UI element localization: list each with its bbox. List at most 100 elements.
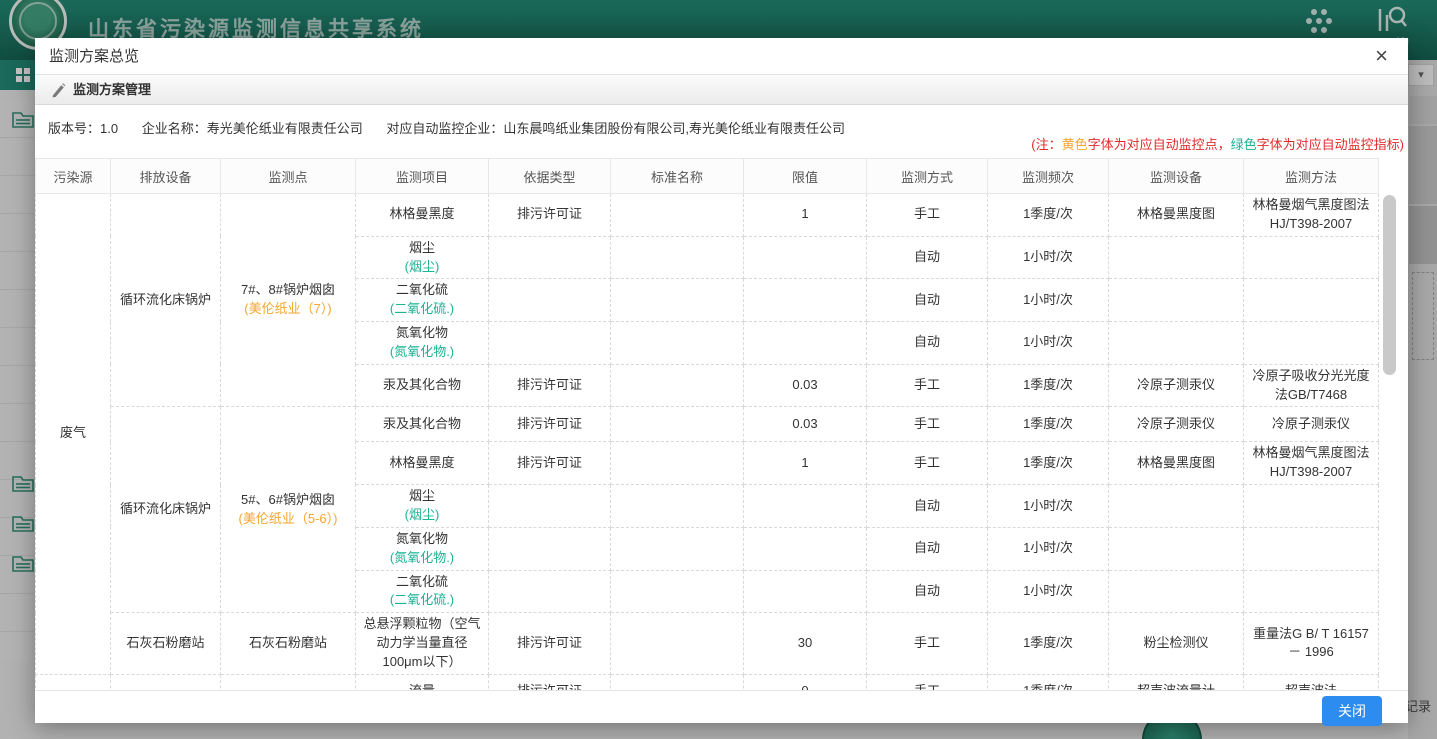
cell-device: 粉尘检测仪 (1109, 613, 1244, 675)
cell-limit: 30 (744, 613, 867, 675)
cell-item: 烟尘(烟尘) (356, 236, 489, 279)
cell-freq: 1小时/次 (988, 322, 1109, 365)
color-legend-note: (注：黄色字体为对应自动监控点，绿色字体为对应自动监控指标) (1031, 134, 1404, 153)
cell-item: 二氧化硫(二氧化硫.) (356, 570, 489, 613)
cell-device (1109, 527, 1244, 570)
cell-mode: 自动 (867, 279, 988, 322)
cell-method (1244, 322, 1379, 365)
modal-title: 监测方案总览 (49, 38, 139, 75)
close-icon[interactable]: × (1375, 44, 1388, 68)
cell-mode: 手工 (867, 613, 988, 675)
info-row: 版本号：1.0 企业名称：寿光美伦纸业有限责任公司 对应自动监控企业：山东晨鸣纸… (35, 105, 1408, 157)
cell-standard (611, 674, 744, 690)
cell-item: 汞及其化合物 (356, 364, 489, 407)
cell-equipment: 循环流化床锅炉 (111, 407, 221, 613)
company-text: 企业名称：寿光美伦纸业有限责任公司 (142, 121, 363, 136)
cell-standard (611, 279, 744, 322)
cell-method (1244, 527, 1379, 570)
cell-basis (489, 236, 611, 279)
cell-pollutant: 废气 (36, 194, 111, 675)
cell-equipment: 循环流化床锅炉 (111, 194, 221, 407)
cell-mode: 手工 (867, 364, 988, 407)
item-auto-label: (烟尘) (360, 506, 484, 525)
cell-item: 氮氧化物(氮氧化物.) (356, 527, 489, 570)
cell-standard (611, 613, 744, 675)
cell-item: 氮氧化物(氮氧化物.) (356, 322, 489, 365)
cell-limit (744, 485, 867, 528)
cell-limit: 0.03 (744, 364, 867, 407)
cell-mode: 自动 (867, 527, 988, 570)
col-device: 监测设备 (1109, 159, 1244, 194)
cell-device: 林格曼黑度图 (1109, 442, 1244, 485)
cell-freq: 1小时/次 (988, 236, 1109, 279)
item-auto-label: (氮氧化物.) (360, 343, 484, 362)
cell-limit (744, 279, 867, 322)
cell-device: 林格曼黑度图 (1109, 194, 1244, 237)
table-row: 流量 排污许可证 0 手工 1季度/次 超声波流量计 超声波法 (36, 674, 1379, 690)
col-method: 监测方法 (1244, 159, 1379, 194)
cell-device: 超声波流量计 (1109, 674, 1244, 690)
cell-standard (611, 407, 744, 442)
col-item: 监测项目 (356, 159, 489, 194)
cell-method: 重量法G B/ T 16157 － 1996 (1244, 613, 1379, 675)
cell-limit: 1 (744, 194, 867, 237)
table-row: 废气 循环流化床锅炉 7#、8#锅炉烟囱 (美伦纸业（7）) 林格曼黑度 排污许… (36, 194, 1379, 237)
note-mid: 字体为对应自动监控点， (1088, 137, 1231, 152)
cell-item: 林格曼黑度 (356, 442, 489, 485)
cell-freq: 1季度/次 (988, 364, 1109, 407)
cell-standard (611, 322, 744, 365)
auto-company-text: 对应自动监控企业：山东晨鸣纸业集团股份有限公司,寿光美伦纸业有限责任公司 (386, 121, 845, 136)
cell-limit (744, 527, 867, 570)
cell-basis: 排污许可证 (489, 364, 611, 407)
cell-mode: 手工 (867, 674, 988, 690)
item-auto-label: (二氧化硫.) (360, 591, 484, 610)
cell-device (1109, 322, 1244, 365)
close-button[interactable]: 关闭 (1322, 696, 1382, 726)
cell-freq: 1小时/次 (988, 279, 1109, 322)
modal-footer: 关闭 (35, 690, 1408, 723)
cell-freq: 1季度/次 (988, 407, 1109, 442)
cell-method: 冷原子测汞仪 (1244, 407, 1379, 442)
item-auto-label: (氮氧化物.) (360, 549, 484, 568)
cell-basis (489, 485, 611, 528)
cell-freq: 1小时/次 (988, 570, 1109, 613)
cell-mode: 自动 (867, 236, 988, 279)
cell-limit (744, 570, 867, 613)
cell-point (221, 674, 356, 690)
modal-scrollbar-thumb[interactable] (1383, 195, 1396, 375)
plan-info: 版本号：1.0 企业名称：寿光美伦纸业有限责任公司 对应自动监控企业：山东晨鸣纸… (48, 118, 865, 137)
cell-item: 烟尘(烟尘) (356, 485, 489, 528)
cell-item: 流量 (356, 674, 489, 690)
cell-freq: 1季度/次 (988, 674, 1109, 690)
cell-standard (611, 485, 744, 528)
cell-limit: 1 (744, 442, 867, 485)
cell-item: 林格曼黑度 (356, 194, 489, 237)
note-suffix: 字体为对应自动监控指标) (1257, 137, 1404, 152)
note-prefix: (注： (1031, 137, 1061, 152)
cell-basis: 排污许可证 (489, 442, 611, 485)
cell-method (1244, 279, 1379, 322)
cell-method: 冷原子吸收分光光度法GB/T7468 (1244, 364, 1379, 407)
cell-limit (744, 236, 867, 279)
cell-limit (744, 322, 867, 365)
cell-basis: 排污许可证 (489, 407, 611, 442)
cell-standard (611, 442, 744, 485)
cell-mode: 手工 (867, 194, 988, 237)
pencil-icon (51, 82, 67, 98)
cell-device (1109, 236, 1244, 279)
cell-equipment: 石灰石粉磨站 (111, 613, 221, 675)
note-green-word: 绿色 (1231, 137, 1257, 152)
cell-device: 冷原子测汞仪 (1109, 407, 1244, 442)
record-count-label: 记录 (1405, 696, 1431, 715)
cell-method (1244, 485, 1379, 528)
cell-equipment (111, 674, 221, 690)
cell-limit: 0.03 (744, 407, 867, 442)
cell-point: 7#、8#锅炉烟囱 (美伦纸业（7）) (221, 194, 356, 407)
cell-basis (489, 570, 611, 613)
cell-basis (489, 527, 611, 570)
table-row: 石灰石粉磨站 石灰石粉磨站 总悬浮颗粒物（空气动力学当量直径100μm以下） 排… (36, 613, 1379, 675)
cell-standard (611, 194, 744, 237)
monitoring-plan-modal: 监测方案总览 × 监测方案管理 版本号：1.0 企业名称：寿光美伦纸业有限责任公… (35, 38, 1408, 723)
cell-point: 5#、6#锅炉烟囱 (美伦纸业（5-6）) (221, 407, 356, 613)
cell-item: 汞及其化合物 (356, 407, 489, 442)
